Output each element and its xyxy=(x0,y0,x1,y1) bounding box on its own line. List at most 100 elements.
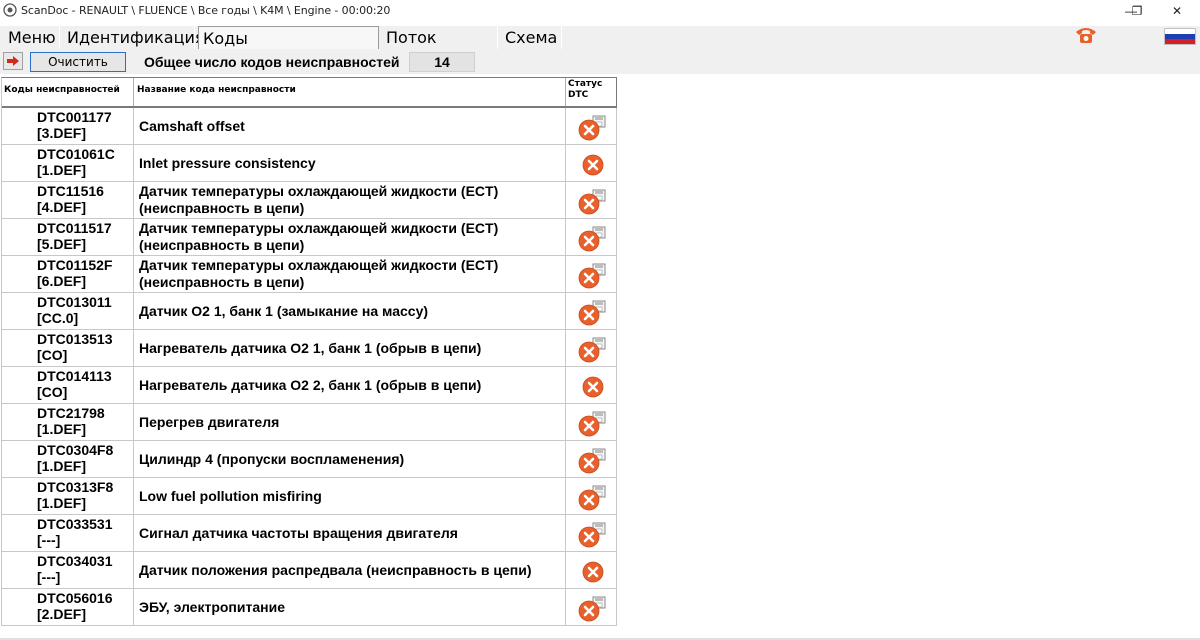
dtc-code: DTC01061C xyxy=(37,146,115,162)
dtc-name: Датчик температуры охлаждающей жидкости … xyxy=(139,220,499,253)
dtc-code: DTC0304F8 xyxy=(37,442,114,458)
table-row[interactable]: DTC056016 [2.DEF] ЭБУ, электропитание xyxy=(2,589,617,626)
dtc-status-cell xyxy=(566,256,617,292)
error-stored-icon[interactable] xyxy=(578,115,608,141)
dtc-name: Camshaft offset xyxy=(139,117,245,134)
dtc-name: Нагреватель датчика O2 1, банк 1 (обрыв … xyxy=(139,339,482,356)
error-stored-icon[interactable] xyxy=(578,300,608,326)
window-title: ScanDoc - RENAULT \ FLUENCE \ Все годы \… xyxy=(21,4,391,17)
dtc-code: DTC013513 xyxy=(37,331,113,347)
error-stored-icon[interactable] xyxy=(578,189,608,215)
dtc-name: Датчик положения распредвала (неисправно… xyxy=(139,561,532,578)
dtc-name-cell: Camshaft offset xyxy=(134,108,566,144)
dtc-code-cell: DTC014113 [CO] xyxy=(2,367,134,403)
dtc-status-cell xyxy=(566,552,617,588)
table-row[interactable]: DTC014113 [CO] Нагреватель датчика O2 2, б… xyxy=(2,367,617,404)
table-row[interactable]: DTC013011 [CC.0] Датчик O2 1, банк 1 (замы… xyxy=(2,293,617,330)
error-stored-icon[interactable] xyxy=(578,263,608,289)
menu-item-schema[interactable]: Схема xyxy=(501,26,562,49)
phone-icon[interactable] xyxy=(1074,25,1098,45)
error-stored-icon[interactable] xyxy=(578,485,608,511)
dtc-name-cell: Датчик O2 1, банк 1 (замыкание на массу) xyxy=(134,293,566,329)
dtc-status-cell xyxy=(566,441,617,477)
dtc-code-cell: DTC011517 [5.DEF] xyxy=(2,219,134,255)
menu-item-data-stream[interactable]: Поток данных xyxy=(382,26,498,70)
column-header-name[interactable]: Название кода неисправности xyxy=(134,78,566,106)
dtc-code-cell: DTC11516 [4.DEF] xyxy=(2,182,134,218)
error-stored-icon[interactable] xyxy=(578,448,608,474)
table-header: Коды неисправностей Название кода неиспр… xyxy=(2,78,617,108)
dtc-code: DTC034031 xyxy=(37,553,113,569)
clear-button[interactable]: Очистить xyxy=(30,52,126,72)
dtc-status-cell xyxy=(566,589,617,625)
dtc-status-cell xyxy=(566,293,617,329)
table-row[interactable]: DTC0304F8 [1.DEF] Цилиндр 4 (пропуски восп… xyxy=(2,441,617,478)
dtc-name-cell: Датчик температуры охлаждающей жидкости … xyxy=(134,256,566,292)
column-header-code[interactable]: Коды неисправностей xyxy=(2,78,134,106)
table-row[interactable]: DTC0313F8 [1.DEF] Low fuel pollution misfi… xyxy=(2,478,617,515)
column-header-status-line2: DTC xyxy=(568,90,589,100)
error-icon[interactable] xyxy=(578,559,608,585)
dtc-code-cell: DTC056016 [2.DEF] xyxy=(2,589,134,625)
dtc-name-cell: Цилиндр 4 (пропуски воспламенения) xyxy=(134,441,566,477)
dtc-name: Датчик O2 1, банк 1 (замыкание на массу) xyxy=(139,302,429,319)
dtc-subcode: [3.DEF] xyxy=(37,125,86,141)
dtc-code: DTC01152F xyxy=(37,257,113,273)
dtc-code: DTC014113 xyxy=(37,368,112,384)
menu-item-identification[interactable]: Идентификация xyxy=(63,26,205,49)
dtc-code-cell: DTC01152F [6.DEF] xyxy=(2,256,134,292)
table-row[interactable]: DTC011517 [5.DEF] Датчик температуры охлаж… xyxy=(2,219,617,256)
dtc-code: DTC056016 xyxy=(37,590,113,606)
dtc-name: Сигнал датчика частоты вращения двигател… xyxy=(139,524,458,541)
dtc-subcode: [---] xyxy=(37,532,61,548)
app-icon xyxy=(3,3,17,17)
table-row[interactable]: DTC001177 [3.DEF] Camshaft offset xyxy=(2,108,617,145)
dtc-name: Low fuel pollution misfiring xyxy=(139,487,322,504)
dtc-name-cell: Датчик положения распредвала (неисправно… xyxy=(134,552,566,588)
dtc-status-cell xyxy=(566,404,617,440)
column-header-status[interactable]: Статус DTC xyxy=(566,78,617,106)
dtc-name-cell: Датчик температуры охлаждающей жидкости … xyxy=(134,219,566,255)
table-body: DTC001177 [3.DEF] Camshaft offset DTC01061C… xyxy=(2,108,617,626)
dtc-name-cell: Перегрев двигателя xyxy=(134,404,566,440)
error-icon[interactable] xyxy=(578,152,608,178)
close-button[interactable]: ✕ xyxy=(1154,0,1200,22)
table-row[interactable]: DTC034031 [---] Датчик положения распредва… xyxy=(2,552,617,589)
dtc-code-cell: DTC0304F8 [1.DEF] xyxy=(2,441,134,477)
error-stored-icon[interactable] xyxy=(578,596,608,622)
dtc-code-cell: DTC0313F8 [1.DEF] xyxy=(2,478,134,514)
error-stored-icon[interactable] xyxy=(578,226,608,252)
table-row[interactable]: DTC01152F [6.DEF] Датчик температуры охлаж… xyxy=(2,256,617,293)
dtc-code: DTC21798 xyxy=(37,405,105,421)
table-row[interactable]: DTC013513 [CO] Нагреватель датчика O2 1, б… xyxy=(2,330,617,367)
error-stored-icon[interactable] xyxy=(578,411,608,437)
menu-item-menu[interactable]: Меню xyxy=(4,26,60,49)
dtc-status-cell xyxy=(566,515,617,551)
error-stored-icon[interactable] xyxy=(578,522,608,548)
error-stored-icon[interactable] xyxy=(578,337,608,363)
back-arrow-button[interactable] xyxy=(3,52,23,70)
dtc-code: DTC11516 xyxy=(37,183,104,199)
dtc-code: DTC001177 xyxy=(37,109,112,125)
dtc-status-cell xyxy=(566,108,617,144)
dtc-code: DTC033531 xyxy=(37,516,113,532)
dtc-name: Цилиндр 4 (пропуски воспламенения) xyxy=(139,450,405,467)
table-row[interactable]: DTC033531 [---] Сигнал датчика частоты вра… xyxy=(2,515,617,552)
dtc-name: Перегрев двигателя xyxy=(139,413,280,430)
dtc-code-cell: DTC013513 [CO] xyxy=(2,330,134,366)
column-header-status-line1: Статус xyxy=(568,79,603,89)
russian-flag-icon[interactable] xyxy=(1164,28,1196,45)
dtc-name: Inlet pressure consistency xyxy=(139,154,316,171)
error-icon[interactable] xyxy=(578,374,608,400)
dtc-subcode: [1.DEF] xyxy=(37,162,86,178)
toolbar: Очистить Общее число кодов неисправносте… xyxy=(0,50,1200,74)
table-row[interactable]: DTC01061C [1.DEF] Inlet pressure consisten… xyxy=(2,145,617,182)
dtc-code-cell: DTC001177 [3.DEF] xyxy=(2,108,134,144)
dtc-subcode: [1.DEF] xyxy=(37,421,86,437)
dtc-status-cell xyxy=(566,145,617,181)
dtc-subcode: [6.DEF] xyxy=(37,273,86,289)
table-row[interactable]: DTC21798 [1.DEF] Перегрев двигателя xyxy=(2,404,617,441)
table-row[interactable]: DTC11516 [4.DEF] Датчик температуры охлажд… xyxy=(2,182,617,219)
menu-item-fault-codes[interactable]: Коды неисправностей xyxy=(198,26,379,71)
dtc-code: DTC011517 xyxy=(37,220,112,236)
